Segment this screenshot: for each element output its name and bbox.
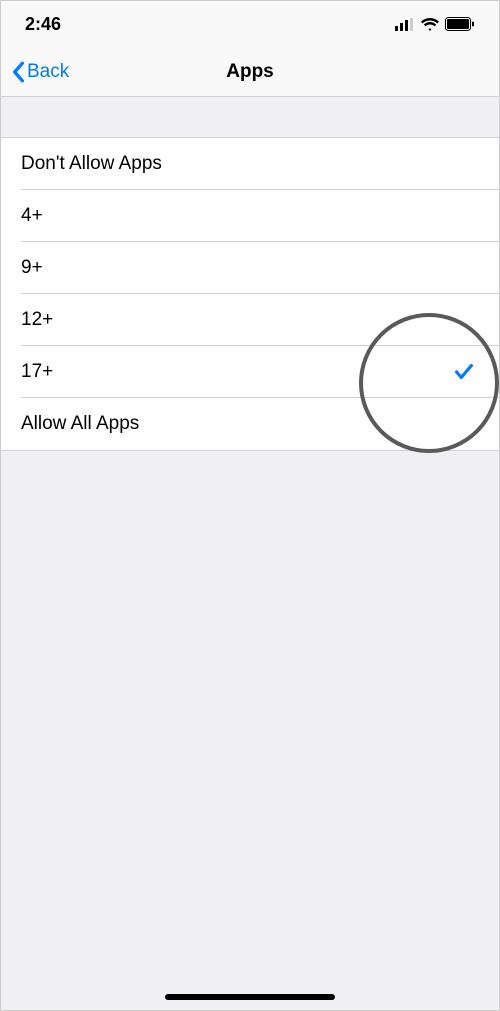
option-label: 9+ bbox=[21, 257, 43, 279]
status-icons bbox=[395, 17, 475, 31]
option-17plus[interactable]: 17+ bbox=[1, 346, 499, 398]
status-time: 2:46 bbox=[25, 14, 61, 35]
content-filler bbox=[1, 451, 499, 1010]
option-label: Don't Allow Apps bbox=[21, 153, 162, 175]
section-spacer bbox=[1, 97, 499, 137]
rating-options-list: Don't Allow Apps 4+ 9+ 12+ 17+ Allow All… bbox=[1, 137, 499, 451]
back-button[interactable]: Back bbox=[11, 61, 69, 83]
option-label: 12+ bbox=[21, 309, 53, 331]
option-4plus[interactable]: 4+ bbox=[1, 190, 499, 242]
wifi-icon bbox=[421, 18, 439, 31]
option-allow-all[interactable]: Allow All Apps bbox=[1, 398, 499, 450]
battery-icon bbox=[445, 17, 475, 31]
status-bar: 2:46 bbox=[1, 1, 499, 47]
option-dont-allow[interactable]: Don't Allow Apps bbox=[1, 138, 499, 190]
option-12plus[interactable]: 12+ bbox=[1, 294, 499, 346]
home-indicator[interactable] bbox=[165, 994, 335, 1000]
option-label: Allow All Apps bbox=[21, 413, 139, 435]
cellular-icon bbox=[395, 18, 415, 31]
chevron-left-icon bbox=[11, 61, 25, 83]
page-title: Apps bbox=[226, 61, 274, 83]
checkmark-icon bbox=[453, 361, 475, 383]
back-label: Back bbox=[27, 61, 69, 83]
nav-bar: Back Apps bbox=[1, 47, 499, 97]
option-9plus[interactable]: 9+ bbox=[1, 242, 499, 294]
option-label: 4+ bbox=[21, 205, 43, 227]
option-label: 17+ bbox=[21, 361, 53, 383]
